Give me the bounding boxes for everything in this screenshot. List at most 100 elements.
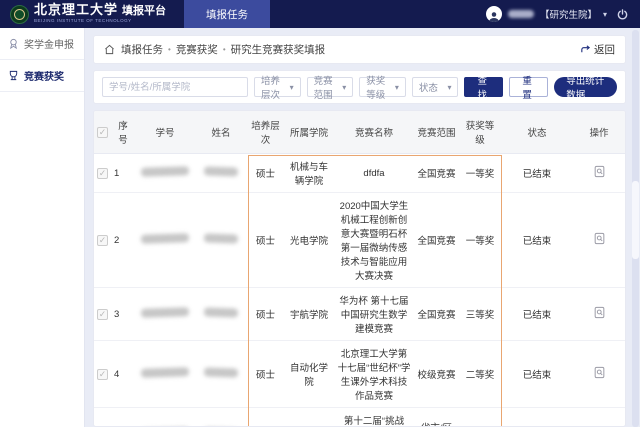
cell-competition-name: dfdfa	[334, 154, 414, 193]
filter-toolbar: 培养层次 ▾ 竞赛范围 ▾ 获奖等级 ▾ 状态 ▾ 查找 重置 导出统计数据	[93, 70, 626, 104]
row-checkbox[interactable]: ✓	[97, 235, 108, 246]
cell-student-id-redacted	[135, 341, 195, 408]
cell-name-redacted	[195, 288, 247, 341]
col-competition-scope: 竞赛范围	[414, 111, 459, 154]
brand-suffix: 填报平台	[122, 6, 166, 17]
app-logo: 北京理工大学 填报平台 BEIJING INSTITUTE OF TECHNOL…	[0, 4, 176, 24]
sidebar: 奖学金申报 竞赛获奖	[0, 28, 85, 427]
cell-training-level: 博士	[247, 408, 284, 427]
chevron-down-icon: ▾	[342, 83, 346, 92]
cell-competition-scope: 全国竞赛	[414, 193, 459, 288]
row-checkbox[interactable]: ✓	[97, 369, 108, 380]
page-scrollbar-thumb[interactable]	[632, 181, 639, 259]
cell-training-level: 硕士	[247, 154, 284, 193]
table-row: ✓5博士宇航学院第十二届“挑战杯”首都大学生创业计划竞赛省市/区域三等奖已结束	[94, 408, 625, 427]
cell-student-id-redacted	[135, 408, 195, 427]
home-icon[interactable]	[104, 44, 115, 55]
col-index: 序号	[111, 111, 135, 154]
top-header: 北京理工大学 填报平台 BEIJING INSTITUTE OF TECHNOL…	[0, 0, 640, 28]
cell-name-redacted	[195, 408, 247, 427]
sidebar-item-scholarship[interactable]: 奖学金申报	[0, 28, 84, 60]
cell-name-redacted	[195, 193, 247, 288]
select-training-level[interactable]: 培养层次 ▾	[254, 77, 301, 97]
view-detail-icon[interactable]	[593, 366, 606, 379]
table-row: ✓2硕士光电学院2020中国大学生机械工程创新创意大赛暨明石杯第一届微纳传感技术…	[94, 193, 625, 288]
select-status[interactable]: 状态 ▾	[412, 77, 459, 97]
col-award-grade: 获奖等级	[459, 111, 501, 154]
cell-competition-scope: 校级竞赛	[414, 341, 459, 408]
cell-index: 4	[111, 341, 135, 408]
select-label: 获奖等级	[366, 73, 389, 101]
cell-college: 宇航学院	[284, 288, 334, 341]
col-actions: 操作	[573, 111, 625, 154]
chevron-down-icon: ▾	[290, 83, 294, 92]
col-student-id: 学号	[135, 111, 195, 154]
cell-competition-name: 2020中国大学生机械工程创新创意大赛暨明石杯第一届微纳传感技术与智能应用大赛决…	[334, 193, 414, 288]
cell-training-level: 硕士	[247, 288, 284, 341]
select-all-checkbox[interactable]: ✓	[97, 127, 108, 138]
cell-status: 已结束	[501, 154, 573, 193]
export-statistics-button[interactable]: 导出统计数据	[554, 77, 617, 97]
table-header-row: ✓ 序号 学号 姓名 培养层次 所属学院 竞赛名称 竞赛范围 获奖等级 状态 操…	[94, 111, 625, 154]
search-button[interactable]: 查找	[464, 77, 503, 97]
col-college: 所属学院	[284, 111, 334, 154]
logout-power-icon[interactable]	[617, 9, 628, 20]
cell-index: 5	[111, 408, 135, 427]
return-arrow-icon	[580, 44, 591, 55]
view-detail-icon[interactable]	[593, 232, 606, 245]
cell-college: 光电学院	[284, 193, 334, 288]
user-role-label: 【研究生院】	[540, 7, 597, 21]
row-checkbox[interactable]: ✓	[97, 168, 108, 179]
col-status: 状态	[501, 111, 573, 154]
select-competition-scope[interactable]: 竞赛范围 ▾	[307, 77, 354, 97]
cell-student-id-redacted	[135, 288, 195, 341]
brand-english: BEIJING INSTITUTE OF TECHNOLOGY	[34, 19, 166, 24]
breadcrumb-item[interactable]: 竞赛获奖	[176, 42, 218, 57]
table-row: ✓4 硕士自动化学院北京理工大学第十七届“世纪杯”学生课外学术科技作品竞赛校级竞赛…	[94, 341, 625, 408]
chevron-down-icon[interactable]: ▾	[603, 10, 607, 19]
cell-index: 1	[111, 154, 135, 193]
view-detail-icon[interactable]	[593, 165, 606, 178]
select-label: 状态	[419, 80, 438, 94]
breadcrumb-separator: •	[168, 45, 171, 54]
breadcrumb-item[interactable]: 填报任务	[121, 42, 163, 57]
avatar[interactable]	[486, 6, 502, 22]
cell-student-id-redacted	[135, 193, 195, 288]
sidebar-item-label: 奖学金申报	[24, 36, 74, 51]
ribbon-badge-icon	[8, 38, 19, 49]
cell-award-grade: 三等奖	[459, 288, 501, 341]
select-label: 培养层次	[261, 73, 284, 101]
table-row: ✓3硕士宇航学院华为杯 第十七届中国研究生数学建模竞赛全国竞赛三等奖已结束	[94, 288, 625, 341]
view-detail-icon[interactable]	[593, 306, 606, 319]
cell-award-grade: 一等奖	[459, 193, 501, 288]
select-award-grade[interactable]: 获奖等级 ▾	[359, 77, 406, 97]
cell-student-id-redacted	[135, 154, 195, 193]
cell-award-grade: 二等奖	[459, 341, 501, 408]
select-label: 竞赛范围	[314, 73, 337, 101]
cell-name-redacted	[195, 154, 247, 193]
col-name: 姓名	[195, 111, 247, 154]
col-competition-name: 竞赛名称	[334, 111, 414, 154]
cell-competition-name: 北京理工大学第十七届“世纪杯”学生课外学术科技作品竞赛	[334, 341, 414, 408]
cell-college: 机械与车辆学院	[284, 154, 334, 193]
brand-name: 北京理工大学	[34, 4, 118, 17]
cell-status: 已结束	[501, 288, 573, 341]
table-row: ✓1硕士机械与车辆学院dfdfa全国竞赛一等奖已结束	[94, 154, 625, 193]
sidebar-item-competition-awards[interactable]: 竞赛获奖	[0, 60, 84, 92]
cell-competition-name: 第十二届“挑战杯”首都大学生创业计划竞赛	[334, 408, 414, 427]
chevron-down-icon: ▾	[395, 83, 399, 92]
cell-training-level: 硕士	[247, 193, 284, 288]
col-training-level: 培养层次	[247, 111, 284, 154]
medal-icon	[8, 70, 19, 81]
cell-training-level: 硕士	[247, 341, 284, 408]
back-button[interactable]: 返回	[580, 42, 615, 57]
tab-fill-tasks[interactable]: 填报任务	[184, 0, 270, 28]
cell-competition-scope: 省市/区域	[414, 408, 459, 427]
user-name-redacted	[508, 10, 534, 18]
row-checkbox[interactable]: ✓	[97, 309, 108, 320]
cell-college: 自动化学院	[284, 341, 334, 408]
search-input[interactable]	[102, 77, 248, 97]
cell-name-redacted	[195, 341, 247, 408]
breadcrumb-item-current: 研究生竞赛获奖填报	[231, 42, 326, 57]
reset-button[interactable]: 重置	[509, 77, 548, 97]
